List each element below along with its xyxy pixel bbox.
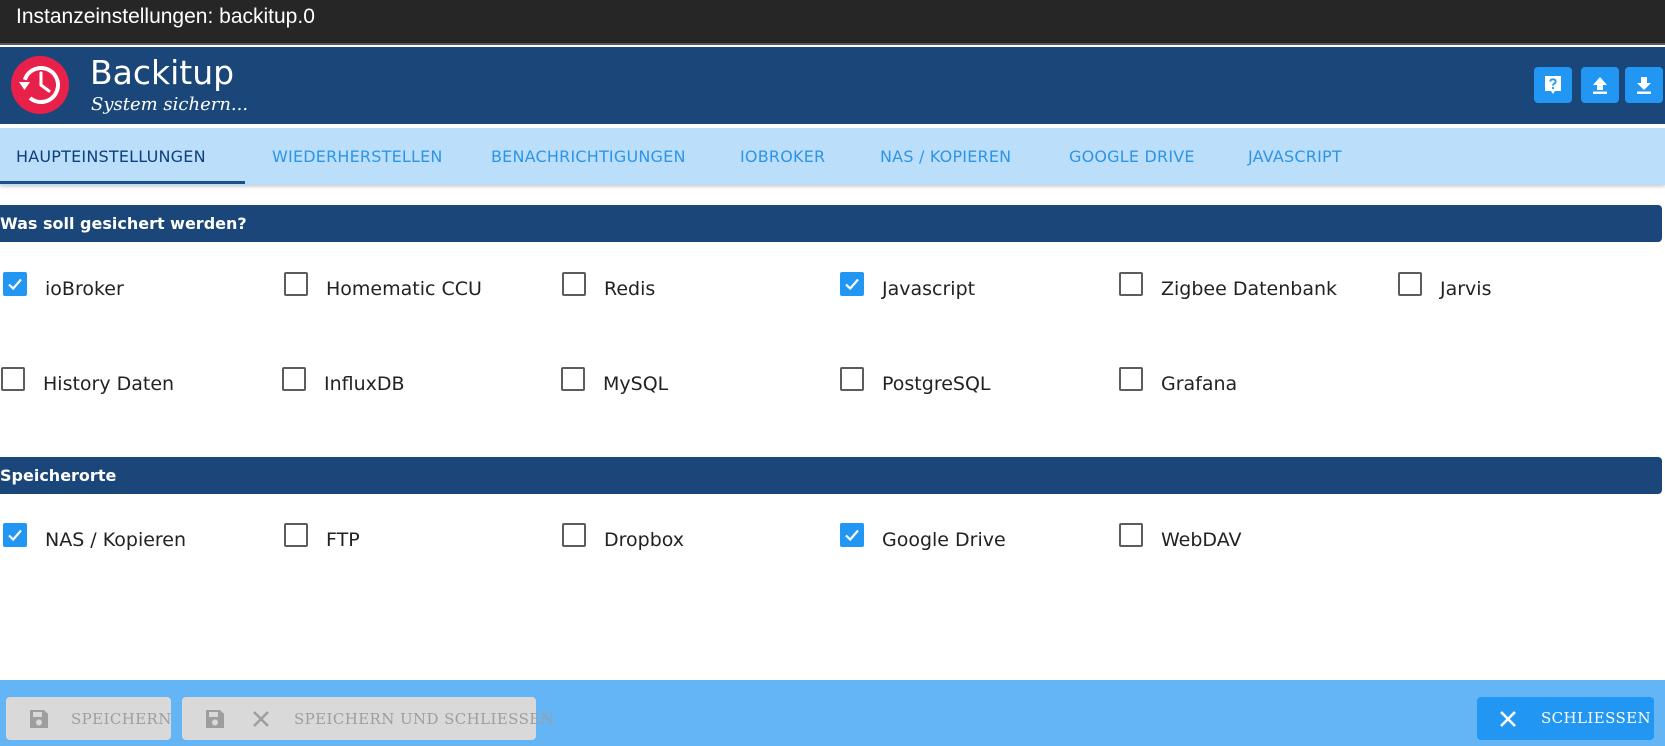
checkbox-label: InfluxDB — [324, 373, 405, 395]
checkbox-box[interactable] — [840, 367, 864, 391]
checkbox-label: Javascript — [882, 278, 976, 300]
save-button[interactable]: SPEICHERN — [6, 697, 171, 740]
checkbox-label: FTP — [326, 529, 360, 551]
checkbox-label: Redis — [604, 278, 656, 300]
checkbox-box[interactable] — [562, 523, 586, 547]
help-icon — [1545, 76, 1561, 94]
checkbox-label: ioBroker — [45, 278, 124, 300]
save-label: SPEICHERN — [71, 710, 172, 728]
close-icon — [253, 711, 269, 727]
checkbox-box[interactable] — [1119, 367, 1143, 391]
backitup-logo — [11, 56, 69, 114]
save-and-close-label: SPEICHERN UND SCHLIESSEN — [294, 710, 555, 728]
checkbox-box[interactable] — [3, 272, 27, 296]
checkbox-label: Google Drive — [882, 529, 1006, 551]
close-button[interactable]: SCHLIESSEN — [1477, 697, 1654, 740]
tab-iobroker[interactable]: IOBROKER — [740, 128, 825, 185]
checkbox-box[interactable] — [282, 367, 306, 391]
checkbox-box[interactable] — [284, 523, 308, 547]
tab-javascript[interactable]: JAVASCRIPT — [1248, 128, 1342, 185]
checkbox-box[interactable] — [840, 523, 864, 547]
window-titlebar: Instanzeinstellungen: backitup.0 — [0, 0, 1665, 45]
tab-wiederherstellen[interactable]: WIEDERHERSTELLEN — [272, 128, 443, 185]
save-and-close-button[interactable]: SPEICHERN UND SCHLIESSEN — [182, 697, 554, 740]
upload-icon — [1593, 77, 1607, 94]
checkbox-label: Homematic CCU — [326, 278, 482, 300]
app-subtitle: System sichern... — [91, 94, 249, 115]
tab-haupteinstellungen[interactable]: HAUPTEINSTELLUNGEN — [16, 128, 206, 185]
close-label: SCHLIESSEN — [1541, 709, 1652, 727]
window-title: Instanzeinstellungen: backitup.0 — [16, 5, 315, 28]
checkbox-box[interactable] — [1, 367, 25, 391]
section-title: Speicherorte — [0, 466, 117, 485]
download-settings-button[interactable] — [1625, 67, 1663, 103]
checkbox-box[interactable] — [1119, 523, 1143, 547]
section-title: Was soll gesichert werden? — [0, 214, 247, 233]
active-tab-indicator — [0, 181, 245, 184]
checkmark-icon — [845, 529, 859, 542]
checkmark-icon — [8, 529, 22, 542]
checkbox-label: PostgreSQL — [882, 373, 991, 395]
close-icon — [1500, 711, 1516, 727]
checkbox-label: NAS / Kopieren — [45, 529, 187, 551]
upload-settings-button[interactable] — [1581, 67, 1619, 103]
save-icon — [206, 710, 224, 728]
tab-bar: HAUPTEINSTELLUNGEN WIEDERHERSTELLEN BENA… — [0, 128, 1665, 185]
footer-toolbar: SPEICHERN SPEICHERN UND SCHLIESSEN SCHLI… — [0, 680, 1665, 746]
section-header-backup: Was soll gesichert werden? — [0, 205, 1662, 242]
app-header: Backitup System sichern... — [0, 47, 1665, 124]
checkbox-label: Dropbox — [604, 529, 685, 551]
tab-benachrichtigungen[interactable]: BENACHRICHTIGUNGEN — [491, 128, 686, 185]
help-button[interactable] — [1534, 67, 1572, 103]
tab-nas-kopieren[interactable]: NAS / KOPIEREN — [880, 128, 1011, 185]
checkmark-icon — [845, 278, 859, 291]
app-title: Backitup — [90, 53, 235, 92]
save-icon — [30, 710, 48, 728]
checkmark-icon — [8, 278, 22, 291]
checkbox-label: Grafana — [1161, 373, 1238, 395]
download-icon — [1637, 77, 1651, 94]
checkbox-box[interactable] — [562, 272, 586, 296]
checkbox-box[interactable] — [284, 272, 308, 296]
clock-restore-icon — [19, 66, 60, 104]
checkbox-label: History Daten — [43, 373, 175, 395]
checkbox-box[interactable] — [561, 367, 585, 391]
section-header-storage: Speicherorte — [0, 457, 1662, 494]
checkbox-label: WebDAV — [1161, 529, 1242, 551]
checkbox-label: MySQL — [603, 373, 669, 395]
checkbox-label: Zigbee Datenbank — [1161, 278, 1338, 300]
checkbox-box[interactable] — [3, 523, 27, 547]
checkbox-box[interactable] — [840, 272, 864, 296]
tab-google-drive[interactable]: GOOGLE DRIVE — [1069, 128, 1195, 185]
checkbox-box[interactable] — [1398, 272, 1422, 296]
checkbox-label: Jarvis — [1440, 278, 1492, 300]
checkbox-box[interactable] — [1119, 272, 1143, 296]
